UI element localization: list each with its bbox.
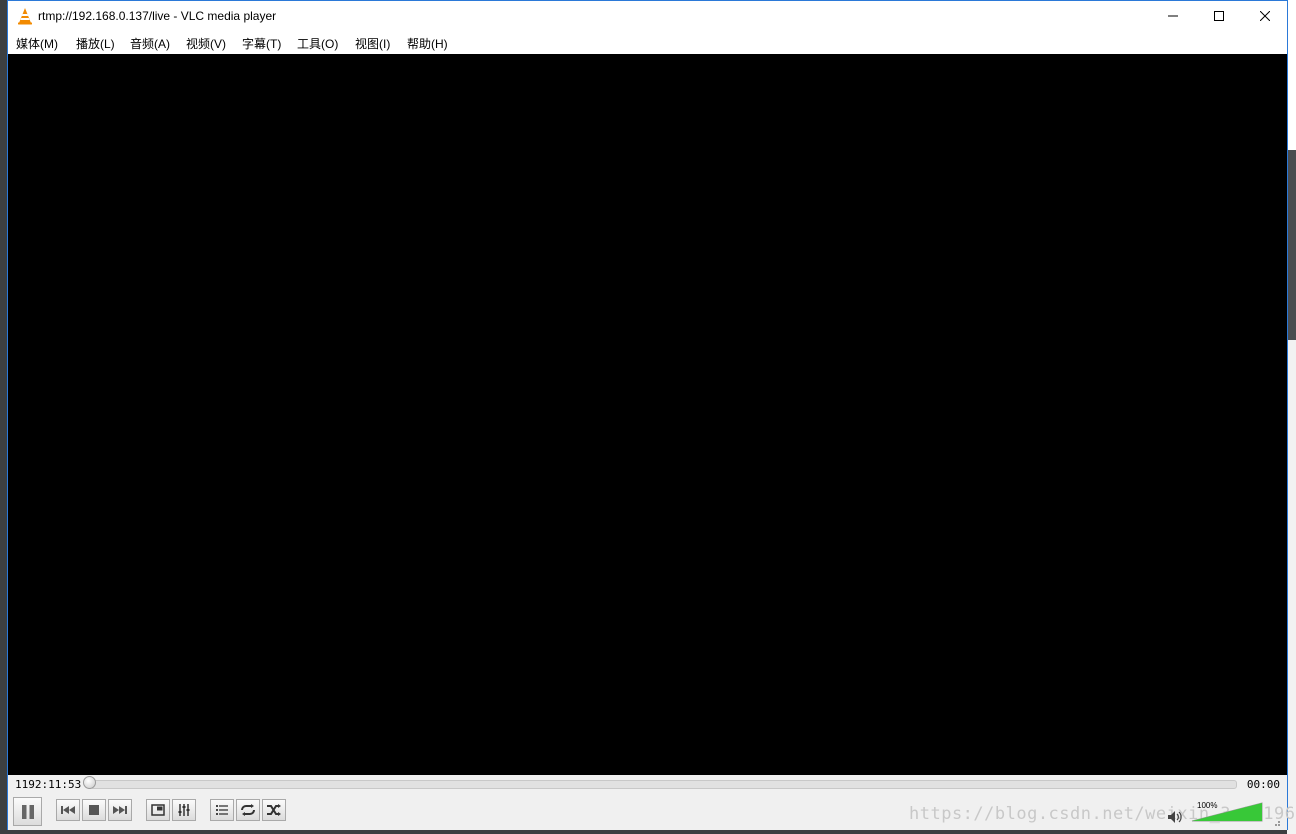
extended-settings-icon — [178, 804, 190, 816]
playlist-icon — [216, 805, 228, 815]
previous-icon — [61, 806, 75, 814]
vlc-window: rtmp://192.168.0.137/live - VLC media pl… — [7, 0, 1288, 830]
seek-bar[interactable] — [90, 780, 1237, 789]
total-time[interactable]: 00:00 — [1247, 778, 1280, 791]
stop-button[interactable] — [82, 799, 106, 821]
close-icon — [1260, 11, 1270, 21]
background-app-light-panel — [1287, 340, 1296, 834]
extended-settings-button[interactable] — [172, 799, 196, 821]
next-button[interactable] — [108, 799, 132, 821]
maximize-icon — [1214, 11, 1224, 21]
background-app-dark-panel — [1287, 150, 1296, 340]
close-button[interactable] — [1242, 1, 1288, 31]
maximize-button[interactable] — [1196, 1, 1242, 31]
menu-playback[interactable]: 播放(L) — [74, 35, 117, 52]
fullscreen-icon — [151, 804, 165, 816]
previous-button[interactable] — [56, 799, 80, 821]
loop-icon — [241, 804, 255, 816]
playlist-button[interactable] — [210, 799, 234, 821]
minimize-button[interactable] — [1150, 1, 1196, 31]
fullscreen-button[interactable] — [146, 799, 170, 821]
menu-subtitle[interactable]: 字幕(T) — [240, 35, 283, 52]
title-bar[interactable]: rtmp://192.168.0.137/live - VLC media pl… — [8, 1, 1287, 33]
vlc-cone-icon — [18, 8, 32, 25]
menu-bar: 媒体(M) 播放(L) 音频(A) 视频(V) 字幕(T) 工具(O) 视图(I… — [8, 33, 1287, 54]
stop-icon — [89, 805, 99, 815]
menu-video[interactable]: 视频(V) — [184, 35, 228, 52]
video-display[interactable] — [8, 54, 1287, 775]
pause-button[interactable] — [13, 797, 42, 826]
shuffle-icon — [267, 804, 281, 816]
shuffle-button[interactable] — [262, 799, 286, 821]
menu-audio[interactable]: 音频(A) — [128, 35, 172, 52]
loop-button[interactable] — [236, 799, 260, 821]
elapsed-time[interactable]: 1192:11:53 — [15, 778, 81, 791]
volume-slider[interactable] — [1186, 800, 1266, 822]
menu-view[interactable]: 视图(I) — [353, 35, 392, 52]
resize-grip-icon[interactable] — [1271, 817, 1281, 827]
menu-help[interactable]: 帮助(H) — [405, 35, 450, 52]
seek-handle[interactable] — [83, 776, 96, 789]
speaker-icon[interactable] — [1167, 810, 1183, 824]
pause-icon — [21, 804, 34, 819]
menu-media[interactable]: 媒体(M) — [14, 35, 60, 52]
window-title: rtmp://192.168.0.137/live - VLC media pl… — [38, 9, 277, 23]
menu-tools[interactable]: 工具(O) — [295, 35, 340, 52]
minimize-icon — [1168, 15, 1178, 17]
next-icon — [113, 806, 127, 814]
